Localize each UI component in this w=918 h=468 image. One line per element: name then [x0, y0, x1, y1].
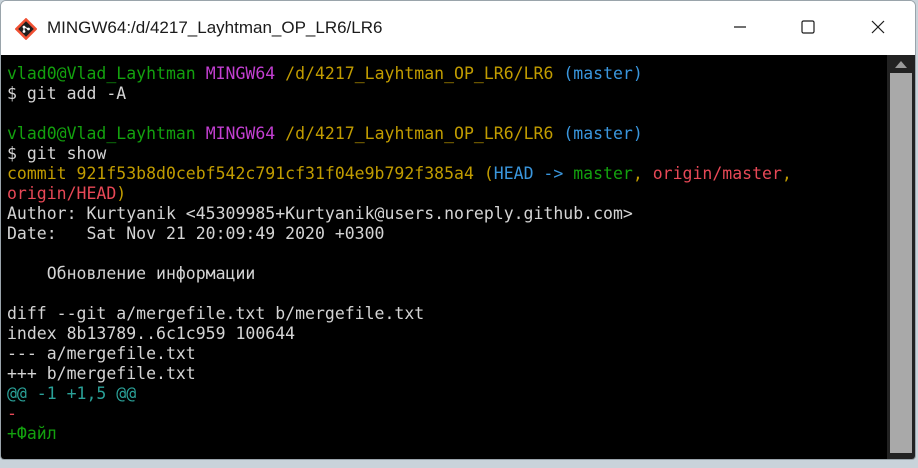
terminal-line: @@ -1 +1,5 @@	[7, 384, 792, 404]
terminal-text-segment: commit 921f53b8d0cebf542c791cf31f04e9b79…	[7, 164, 494, 183]
terminal-line: +++ b/mergefile.txt	[7, 364, 792, 384]
terminal-text-segment: index 8b13789..6c1c959 100644	[7, 324, 296, 343]
scrollbar-thumb[interactable]	[890, 73, 912, 453]
terminal-text-segment: $ git add -A	[7, 84, 127, 103]
vertical-scrollbar[interactable]	[887, 55, 915, 459]
terminal-text-segment: +++ b/mergefile.txt	[7, 364, 196, 383]
terminal-output[interactable]: vlad0@Vlad_Layhtman MINGW64 /d/4217_Layh…	[1, 55, 887, 459]
minimize-button[interactable]	[705, 1, 775, 55]
terminal-line: Обновление информации	[7, 264, 792, 284]
terminal-line: Author: Kurtyanik <45309985+Kurtyanik@us…	[7, 204, 792, 224]
terminal-line: origin/HEAD)	[7, 184, 792, 204]
terminal-text-segment: origin/HEAD	[7, 184, 117, 203]
terminal-text-segment: vlad0@Vlad_Layhtman	[7, 124, 196, 143]
terminal-text-segment: origin/master	[652, 164, 782, 183]
terminal-line: diff --git a/mergefile.txt b/mergefile.t…	[7, 304, 792, 324]
terminal-text-segment: /d/4217_Layhtman_OP_LR6/LR6	[285, 64, 554, 83]
terminal-line: +Файл	[7, 424, 792, 444]
maximize-icon	[801, 19, 815, 38]
terminal-text-segment: --- a/mergefile.txt	[7, 344, 196, 363]
minimize-icon	[733, 19, 747, 38]
terminal-text-segment: vlad0@Vlad_Layhtman	[7, 64, 196, 83]
terminal-line: -	[7, 404, 792, 424]
terminal-text-segment: MINGW64	[205, 64, 276, 83]
terminal-window: MINGW64:/d/4217_Layhtman_OP_LR6/LR6 vlad…	[0, 0, 916, 460]
scroll-up-arrow-icon[interactable]	[895, 61, 907, 68]
terminal-text-segment: Date: Sat Nov 21 20:09:49 2020 +0300	[7, 224, 385, 243]
terminal-text-segment: )	[116, 184, 127, 203]
terminal-lines: vlad0@Vlad_Layhtman MINGW64 /d/4217_Layh…	[7, 64, 792, 444]
terminal-line: $ git add -A	[7, 84, 792, 104]
terminal-text-segment: /d/4217_Layhtman_OP_LR6/LR6	[285, 124, 554, 143]
window-title: MINGW64:/d/4217_Layhtman_OP_LR6/LR6	[47, 18, 383, 37]
terminal-text-segment: master	[573, 164, 633, 183]
terminal-text-segment: $ git show	[7, 144, 107, 163]
terminal-text-segment: (master)	[563, 64, 643, 83]
terminal-line: index 8b13789..6c1c959 100644	[7, 324, 792, 344]
terminal-text-segment: @@ -1 +1,5 @@	[7, 384, 137, 403]
terminal-text-segment: HEAD ->	[493, 164, 574, 183]
terminal-text-segment: (master)	[563, 124, 643, 143]
terminal-text-segment: MINGW64	[205, 124, 276, 143]
close-icon	[871, 19, 885, 38]
terminal-line: commit 921f53b8d0cebf542c791cf31f04e9b79…	[7, 164, 792, 184]
terminal-line: $ git show	[7, 144, 792, 164]
terminal-line: Date: Sat Nov 21 20:09:49 2020 +0300	[7, 224, 792, 244]
terminal-text-segment: -	[7, 404, 17, 423]
git-bash-icon	[14, 17, 38, 41]
terminal-text-segment: ,	[781, 164, 792, 183]
close-button[interactable]	[843, 1, 913, 55]
terminal-text-segment: +Файл	[7, 424, 57, 443]
terminal-text-segment: Author: Kurtyanik <45309985+Kurtyanik@us…	[7, 204, 633, 223]
terminal-text-segment: diff --git a/mergefile.txt b/mergefile.t…	[7, 304, 425, 323]
terminal-line: --- a/mergefile.txt	[7, 344, 792, 364]
maximize-button[interactable]	[773, 1, 843, 55]
terminal-text-segment: Обновление информации	[7, 264, 256, 283]
terminal-line: vlad0@Vlad_Layhtman MINGW64 /d/4217_Layh…	[7, 64, 792, 84]
terminal-text-segment: ,	[632, 164, 653, 183]
terminal-line: vlad0@Vlad_Layhtman MINGW64 /d/4217_Layh…	[7, 124, 792, 144]
title-bar[interactable]: MINGW64:/d/4217_Layhtman_OP_LR6/LR6	[1, 1, 915, 55]
